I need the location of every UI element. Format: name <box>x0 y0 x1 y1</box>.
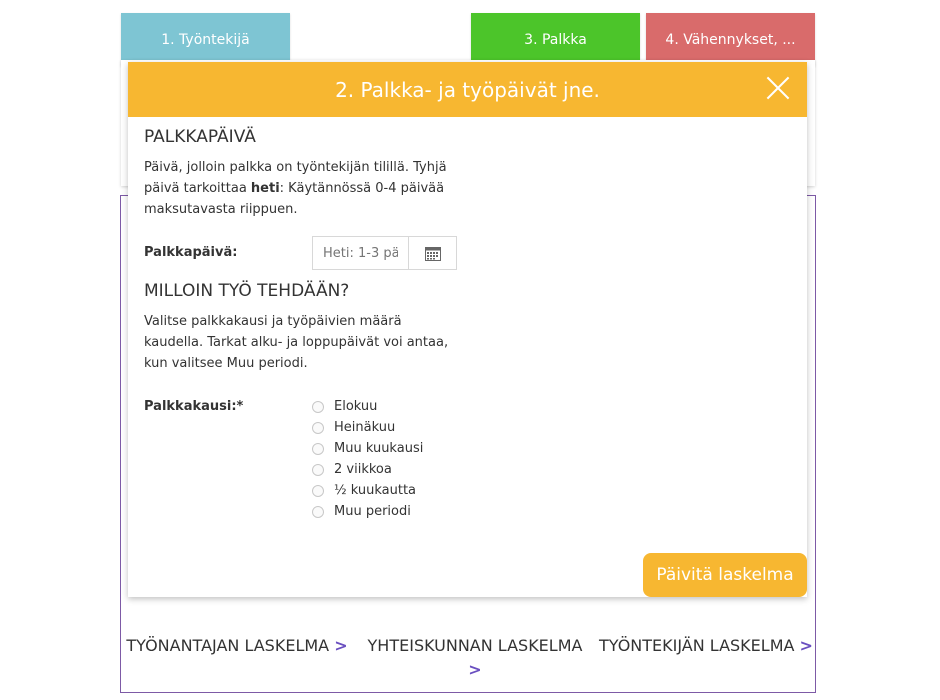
option-label: 2 viikkoa <box>334 462 392 477</box>
pay-period-option[interactable]: Muu periodi <box>312 501 423 522</box>
tab-salary[interactable]: 3. Palkka <box>471 13 640 66</box>
payday-description: Päivä, jolloin palkka on työntekijän til… <box>144 157 454 220</box>
modal-header: 2. Palkka- ja työpäivät jne. <box>128 62 807 117</box>
salary-workdays-modal: 2. Palkka- ja työpäivät jne. PALKKAPÄIVÄ… <box>128 62 807 597</box>
chevron-right-icon: > <box>334 636 348 655</box>
employer-calculation-label: TYÖNANTAJAN LASKELMA <box>126 636 330 655</box>
chevron-right-icon: > <box>468 660 482 679</box>
update-calculation-button[interactable]: Päivitä laskelma <box>643 553 807 597</box>
payday-label: Palkkapäivä: <box>144 245 238 260</box>
work-period-description: Valitse palkkakausi ja työpäivien määrä … <box>144 314 449 371</box>
option-label: Muu periodi <box>334 504 411 519</box>
tab-employee[interactable]: 1. Työntekijä <box>121 13 290 66</box>
employee-calculation-label: TYÖNTEKIJÄN LASKELMA <box>599 636 795 655</box>
calendar-button[interactable] <box>408 236 457 270</box>
calendar-icon <box>424 246 441 261</box>
radio-button[interactable] <box>312 400 324 413</box>
close-icon[interactable] <box>765 75 791 101</box>
employee-calculation-link[interactable]: TYÖNTEKIJÄN LASKELMA > <box>597 634 815 658</box>
option-label: Elokuu <box>334 399 378 414</box>
pay-period-option[interactable]: Heinäkuu <box>312 417 423 438</box>
pay-period-label: Palkkakausi:* <box>144 399 244 414</box>
option-label: ½ kuukautta <box>334 483 417 498</box>
pay-period-option[interactable]: 2 viikkoa <box>312 459 423 480</box>
option-label: Muu kuukausi <box>334 441 424 456</box>
pay-period-options: Elokuu Heinäkuu Muu kuukausi 2 viikkoa ½… <box>312 396 423 522</box>
payday-desc-bold: heti <box>250 181 280 196</box>
pay-period-option[interactable]: Muu kuukausi <box>312 438 423 459</box>
radio-button[interactable] <box>312 484 324 497</box>
chevron-right-icon: > <box>799 636 813 655</box>
society-calculation-label: YHTEISKUNNAN LASKELMA <box>367 636 583 655</box>
option-label: Heinäkuu <box>334 420 396 435</box>
work-period-heading: MILLOIN TYÖ TEHDÄÄN? <box>144 281 350 301</box>
society-calculation-link[interactable]: YHTEISKUNNAN LASKELMA > <box>365 634 585 682</box>
modal-title: 2. Palkka- ja työpäivät jne. <box>335 77 600 102</box>
employer-calculation-link[interactable]: TYÖNANTAJAN LASKELMA > <box>121 634 353 658</box>
radio-button[interactable] <box>312 421 324 434</box>
pay-period-option[interactable]: ½ kuukautta <box>312 480 423 501</box>
radio-button[interactable] <box>312 442 324 455</box>
calculation-links: TYÖNANTAJAN LASKELMA > YHTEISKUNNAN LASK… <box>121 634 815 684</box>
payday-input[interactable] <box>312 236 408 270</box>
radio-button[interactable] <box>312 505 324 518</box>
payday-heading: PALKKAPÄIVÄ <box>144 127 256 147</box>
radio-button[interactable] <box>312 463 324 476</box>
pay-period-option[interactable]: Elokuu <box>312 396 423 417</box>
tab-deductions[interactable]: 4. Vähennykset, ... <box>646 13 815 66</box>
